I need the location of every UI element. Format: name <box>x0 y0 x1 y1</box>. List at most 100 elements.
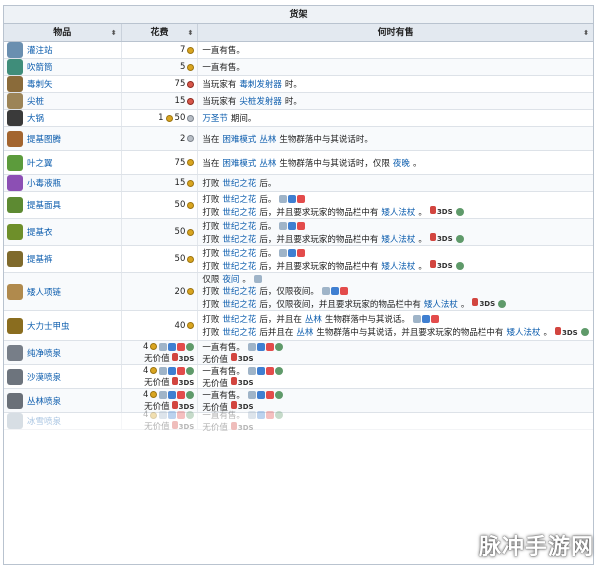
wiki-link[interactable]: 世纪之花 <box>222 285 256 297</box>
item-cell: 叶之翼 <box>4 151 122 174</box>
coin-icon <box>150 367 158 374</box>
availability-text: 后。 <box>259 179 277 189</box>
wiki-link[interactable]: 丛林 <box>259 133 276 145</box>
item-name-link[interactable]: 矮人项链 <box>27 286 61 298</box>
item-name-link[interactable]: 叶之翼 <box>27 157 53 169</box>
cost-line: 1 50 <box>158 112 195 125</box>
platform-icon <box>297 248 306 257</box>
item-name-link[interactable]: 沙漠喷泉 <box>27 371 61 383</box>
wiki-link[interactable]: 困难模式 <box>222 133 256 145</box>
wiki-link[interactable]: 万圣节 <box>202 112 228 124</box>
item-name-link[interactable]: 灌注站 <box>27 44 53 56</box>
wiki-link[interactable]: 世纪之花 <box>222 247 256 259</box>
wiki-link[interactable]: 丛林 <box>296 326 313 338</box>
ds-platform: 3DS <box>171 420 194 432</box>
item-name-link[interactable]: 提基裤 <box>27 253 53 265</box>
table-row: 纯净喷泉 4 无价值 3DS 一直有售。 无价值 3DS <box>4 341 593 365</box>
platform-icons <box>247 366 283 375</box>
cost-cell: 4 无价值 3DS <box>122 410 199 432</box>
header-item[interactable]: 物品 ⬍ <box>4 24 122 41</box>
wiki-link[interactable]: 世纪之花 <box>222 193 256 205</box>
wiki-link[interactable]: 世纪之花 <box>222 233 256 245</box>
item-cell: 提基衣 <box>4 219 122 245</box>
item-name-link[interactable]: 大力士甲虫 <box>27 320 70 332</box>
wiki-link[interactable]: 尖桩发射器 <box>239 95 282 107</box>
wiki-link[interactable]: 世纪之花 <box>222 260 256 272</box>
header-cost-label: 花费 <box>150 28 169 38</box>
platform-icon <box>279 248 288 257</box>
item-name-link[interactable]: 提基衣 <box>27 226 53 238</box>
wiki-link[interactable]: 丛林 <box>259 157 276 169</box>
platform-icon <box>279 221 288 230</box>
cost-amount: 4 <box>142 410 149 420</box>
header-when-label: 何时有售 <box>377 28 414 38</box>
platform-icon <box>168 342 177 351</box>
availability-cell: 当在 困难模式 丛林 生物群落中与其说话时。 <box>198 127 593 150</box>
wiki-link[interactable]: 丛林 <box>305 313 322 325</box>
availability-line: 当在 困难模式 丛林 生物群落中与其说话时。 <box>202 132 373 145</box>
ds-label: 3DS <box>479 300 496 309</box>
item-name-link[interactable]: 尖桩 <box>27 95 44 107</box>
availability-line: 万圣节 期间。 <box>202 112 256 125</box>
ds-platform: 3DS <box>472 298 495 309</box>
item-name-link[interactable]: 提基图腾 <box>27 133 61 145</box>
coin-icon <box>187 159 195 166</box>
table-body: 灌注站 7 一直有售。 吹箭筒 5 一直有售。 毒刺矢 75 当玩家有 毒刺发射器 时。 尖桩 15 当玩… <box>4 42 593 433</box>
item-name-link[interactable]: 纯净喷泉 <box>27 347 61 359</box>
wiki-link[interactable]: 毒刺发射器 <box>239 78 282 90</box>
cost-amount: 50 <box>174 254 186 264</box>
cost-amount: 无价值 <box>144 422 170 432</box>
wiki-link[interactable]: 矮人法杖 <box>506 326 540 338</box>
ds-icon <box>171 420 178 429</box>
cost-line: 20 <box>175 285 195 298</box>
availability-text: 当玩家有 <box>202 80 237 90</box>
availability-text: 打败 <box>202 221 220 232</box>
ds-label: 3DS <box>436 235 453 243</box>
item-name-link[interactable]: 毒刺矢 <box>27 78 53 90</box>
cost-cell: 75 <box>122 76 199 92</box>
sort-icon[interactable]: ⬍ <box>583 24 589 42</box>
cost-line: 50 <box>175 226 195 239</box>
item-name-link[interactable]: 丛林喷泉 <box>27 395 61 407</box>
availability-text: 生物群落中与其说话时。 <box>279 134 373 145</box>
item-icon <box>7 175 23 191</box>
wiki-link[interactable]: 世纪之花 <box>222 298 256 310</box>
wiki-link[interactable]: 矮人法杖 <box>381 260 415 272</box>
item-name-link[interactable]: 提基面具 <box>27 199 61 211</box>
header-when[interactable]: 何时有售 ⬍ <box>198 24 593 41</box>
item-name-link[interactable]: 吹箭筒 <box>27 61 53 73</box>
wiki-link[interactable]: 世纪之花 <box>222 326 256 338</box>
sort-icon[interactable]: ⬍ <box>187 24 193 42</box>
item-icon <box>7 251 23 267</box>
platform-icon <box>455 261 464 270</box>
wiki-link[interactable]: 世纪之花 <box>222 206 256 218</box>
wiki-link[interactable]: 困难模式 <box>222 157 256 169</box>
sort-icon[interactable]: ⬍ <box>111 24 117 42</box>
table-row: 冰雪喷泉 4 无价值 3DS 一直有售。 无价值 3DS <box>4 410 593 433</box>
platform-icon <box>256 342 265 351</box>
platform-icons <box>247 342 283 351</box>
platform-icon <box>274 411 283 419</box>
wiki-link[interactable]: 世纪之花 <box>222 220 256 232</box>
table-row: 小毒液瓶 15 打败 世纪之花 后。 <box>4 175 593 192</box>
coin-icon <box>150 391 158 398</box>
wiki-link[interactable]: 矮人法杖 <box>424 298 458 310</box>
availability-line: 打败 世纪之花 后，并且在 丛林 生物群落中与其说话。 <box>202 313 439 326</box>
cost-line: 50 <box>175 253 195 266</box>
platform-icon <box>256 390 265 399</box>
item-name-link[interactable]: 大锅 <box>27 112 44 124</box>
wiki-link[interactable]: 矮人法杖 <box>381 233 415 245</box>
platform-icons <box>412 315 439 323</box>
wiki-link[interactable]: 世纪之花 <box>222 313 256 325</box>
wiki-link[interactable]: 世纪之花 <box>222 177 256 189</box>
wiki-link[interactable]: 矮人法杖 <box>381 206 415 218</box>
item-name-link[interactable]: 小毒液瓶 <box>27 177 61 189</box>
wiki-link[interactable]: 夜间 <box>222 273 239 285</box>
wiki-link[interactable]: 夜晚 <box>393 157 410 169</box>
header-cost[interactable]: 花费 ⬍ <box>122 24 199 41</box>
availability-text: 无价值 <box>202 354 228 365</box>
coin-icon <box>187 97 195 105</box>
availability-line: 打败 世纪之花 后，并且要求玩家的物品栏中有 矮人法杖。 3DS <box>202 205 464 218</box>
table-caption: 货架 <box>4 6 593 24</box>
item-name-link[interactable]: 冰雪喷泉 <box>27 415 61 427</box>
